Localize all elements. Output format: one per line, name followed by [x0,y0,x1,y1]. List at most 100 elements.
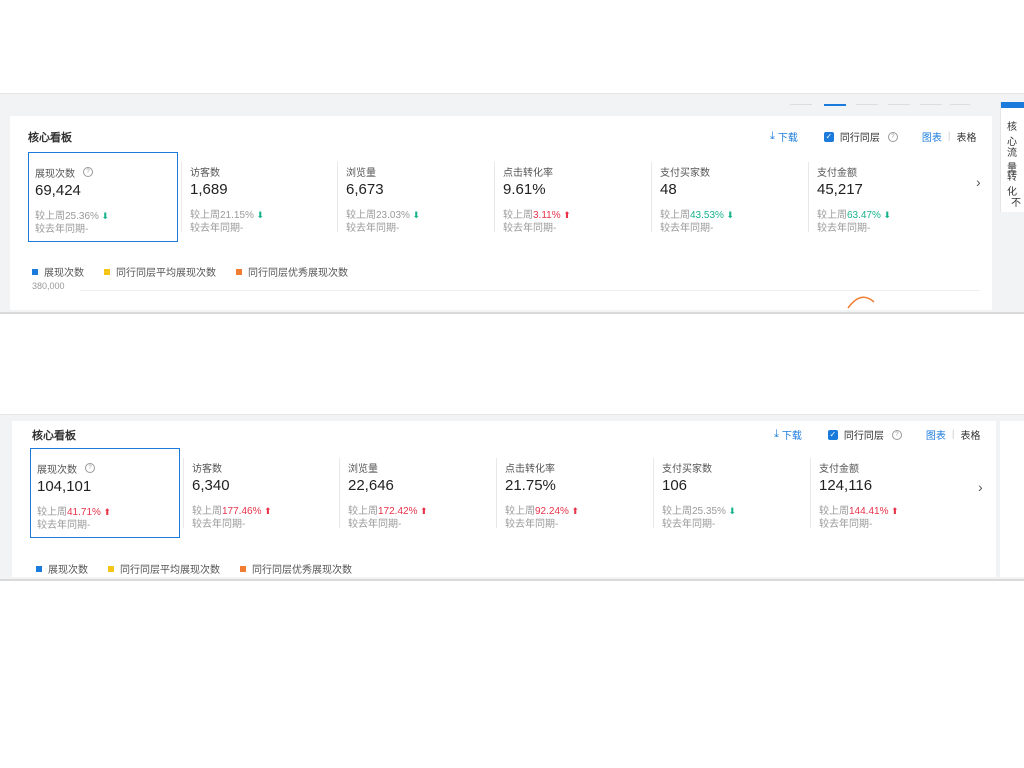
metric-yoy: 较去年同期- [190,223,244,234]
metric-value: 45,217 [817,181,863,198]
tab-separator: | [951,429,955,440]
arrow-up-icon: ⬆ [560,210,571,220]
help-icon[interactable]: ? [891,429,902,440]
metric-divider [808,162,809,232]
metric-card[interactable]: 浏览量 6,673 较上周23.03% ⬇ 较去年同期- [340,152,490,242]
tab-separator: | [947,131,951,142]
chevron-right-icon[interactable]: › [978,479,983,495]
metric-card[interactable]: 点击转化率 9.61% 较上周3.11% ⬆ 较去年同期- [497,152,647,242]
top-actions: ⤓ 下载 ✓ 同行同层 ? 图表 | 表格 [770,129,976,144]
metric-card[interactable]: 展现次数? 69,424 较上周25.36% ⬇ 较去年同期- [28,152,178,242]
metric-name: 展现次数 [37,465,77,476]
tab-table[interactable]: 表格 [960,427,980,442]
metric-name: 访客数 [192,464,222,475]
metric-value: 69,424 [35,182,81,199]
download-button[interactable]: ⤓ 下载 [774,427,802,442]
tab-chart[interactable]: 图表 [922,129,942,144]
chart-gridline [80,290,980,291]
help-icon[interactable]: ? [85,463,95,473]
metric-card[interactable]: 支付金额 45,217 较上周63.47% ⬇ 较去年同期- [811,152,961,242]
metric-name: 支付买家数 [662,464,712,475]
chevron-right-icon[interactable]: › [976,174,981,190]
metric-name: 浏览量 [346,168,376,179]
y-axis-tick: 380,000 [32,281,65,291]
peer-checkbox[interactable]: ✓ [827,429,838,440]
metric-card[interactable]: 支付买家数 106 较上周25.35% ⬇ 较去年同期- [656,448,806,538]
side-menu: 核心 流量 转化 不 [1000,102,1024,212]
metric-name: 访客数 [190,168,220,179]
top-screenshot-strip: 核心看板 ⤓ 下载 ✓ 同行同层 ? 图表 | 表格 展现次数? 69,424 较上… [0,93,1024,314]
chart-line-fragment [847,296,875,309]
metric-name: 点击转化率 [503,168,553,179]
legend-item[interactable]: 同行同层平均展现次数 [120,561,220,576]
metric-name: 支付金额 [817,168,857,179]
peer-checkbox[interactable]: ✓ [823,131,834,142]
tab-table[interactable]: 表格 [956,129,976,144]
metric-value: 48 [660,181,677,198]
right-panel-edge [1000,421,1024,577]
legend-item[interactable]: 展现次数 [48,561,88,576]
metric-yoy: 较去年同期- [660,223,714,234]
metric-card[interactable]: 支付金额 124,116 较上周144.41% ⬆ 较去年同期- [813,448,963,538]
peer-label: 同行同层 [843,431,884,442]
help-icon[interactable]: ? [83,167,93,177]
arrow-up-icon: ⬆ [417,506,428,516]
metric-value: 6,340 [192,477,230,494]
metric-yoy: 较去年同期- [346,223,400,234]
metric-divider [651,162,652,232]
arrow-down-icon: ⬇ [253,210,264,220]
metric-divider [181,162,182,232]
bottom-core-board-panel: 核心看板 ⤓ 下载 ✓ 同行同层 ? 图表 | 表格 展现次数? 104,101 较… [12,421,996,577]
legend-swatch-blue [32,268,38,275]
metric-yoy: 较去年同期- [503,223,557,234]
metric-value: 1,689 [190,181,228,198]
metric-yoy: 较去年同期- [817,223,871,234]
metric-name: 支付金额 [819,464,859,475]
arrow-down-icon: ⬇ [409,210,420,220]
metric-value: 22,646 [348,477,394,494]
metric-divider [496,458,497,528]
legend-swatch-orange [236,268,242,275]
legend-swatch-orange [240,565,246,572]
metric-value: 9.61% [503,181,546,198]
metric-yoy: 较去年同期- [192,519,246,530]
metric-card[interactable]: 浏览量 22,646 较上周172.42% ⬆ 较去年同期- [342,448,492,538]
arrow-down-icon: ⬇ [98,211,109,221]
side-menu-item[interactable]: 不 [1011,194,1021,209]
metric-value: 124,116 [819,477,873,494]
legend-item[interactable]: 同行同层优秀展现次数 [252,561,352,576]
metric-card[interactable]: 点击转化率 21.75% 较上周92.24% ⬆ 较去年同期- [499,448,649,538]
legend-item[interactable]: 同行同层优秀展现次数 [248,264,348,279]
bottom-legend: 展现次数 同行同层平均展现次数 同行同层优秀展现次数 [36,561,352,576]
metric-yoy: 较去年同期- [505,519,559,530]
download-icon: ⤓ [774,428,779,440]
arrow-down-icon: ⬇ [725,506,736,516]
help-icon[interactable]: ? [887,131,898,142]
metric-card[interactable]: 访客数 1,689 较上周21.15% ⬇ 较去年同期- [184,152,334,242]
arrow-up-icon: ⬆ [888,506,899,516]
legend-item[interactable]: 同行同层平均展现次数 [116,264,216,279]
metric-card[interactable]: 展现次数? 104,101 较上周41.71% ⬆ 较去年同期- [30,448,180,538]
metric-card[interactable]: 访客数 6,340 较上周177.46% ⬆ 较去年同期- [186,448,336,538]
top-legend: 展现次数 同行同层平均展现次数 同行同层优秀展现次数 [32,264,348,279]
arrow-down-icon: ⬇ [723,210,734,220]
metric-divider [494,162,495,232]
metric-value: 104,101 [37,478,92,495]
download-button[interactable]: ⤓ 下载 [770,129,798,144]
metric-name: 浏览量 [348,464,378,475]
metric-divider [339,458,340,528]
metric-yoy: 较去年同期- [819,519,873,530]
legend-swatch-blue [36,565,42,572]
metric-divider [183,458,184,528]
metric-value: 21.75% [505,477,556,494]
metric-card[interactable]: 支付买家数 48 较上周43.53% ⬇ 较去年同期- [654,152,804,242]
metric-yoy: 较去年同期- [35,224,89,235]
bottom-actions: ⤓ 下载 ✓ 同行同层 ? 图表 | 表格 [774,427,980,442]
page-title: 核心看板 [32,430,76,442]
tab-chart[interactable]: 图表 [926,427,946,442]
bottom-screenshot-strip: 核心看板 ⤓ 下载 ✓ 同行同层 ? 图表 | 表格 展现次数? 104,101 较… [0,414,1024,581]
metric-divider [810,458,811,528]
arrow-up-icon: ⬆ [100,507,111,517]
legend-item[interactable]: 展现次数 [44,264,84,279]
legend-swatch-yellow [108,565,114,572]
